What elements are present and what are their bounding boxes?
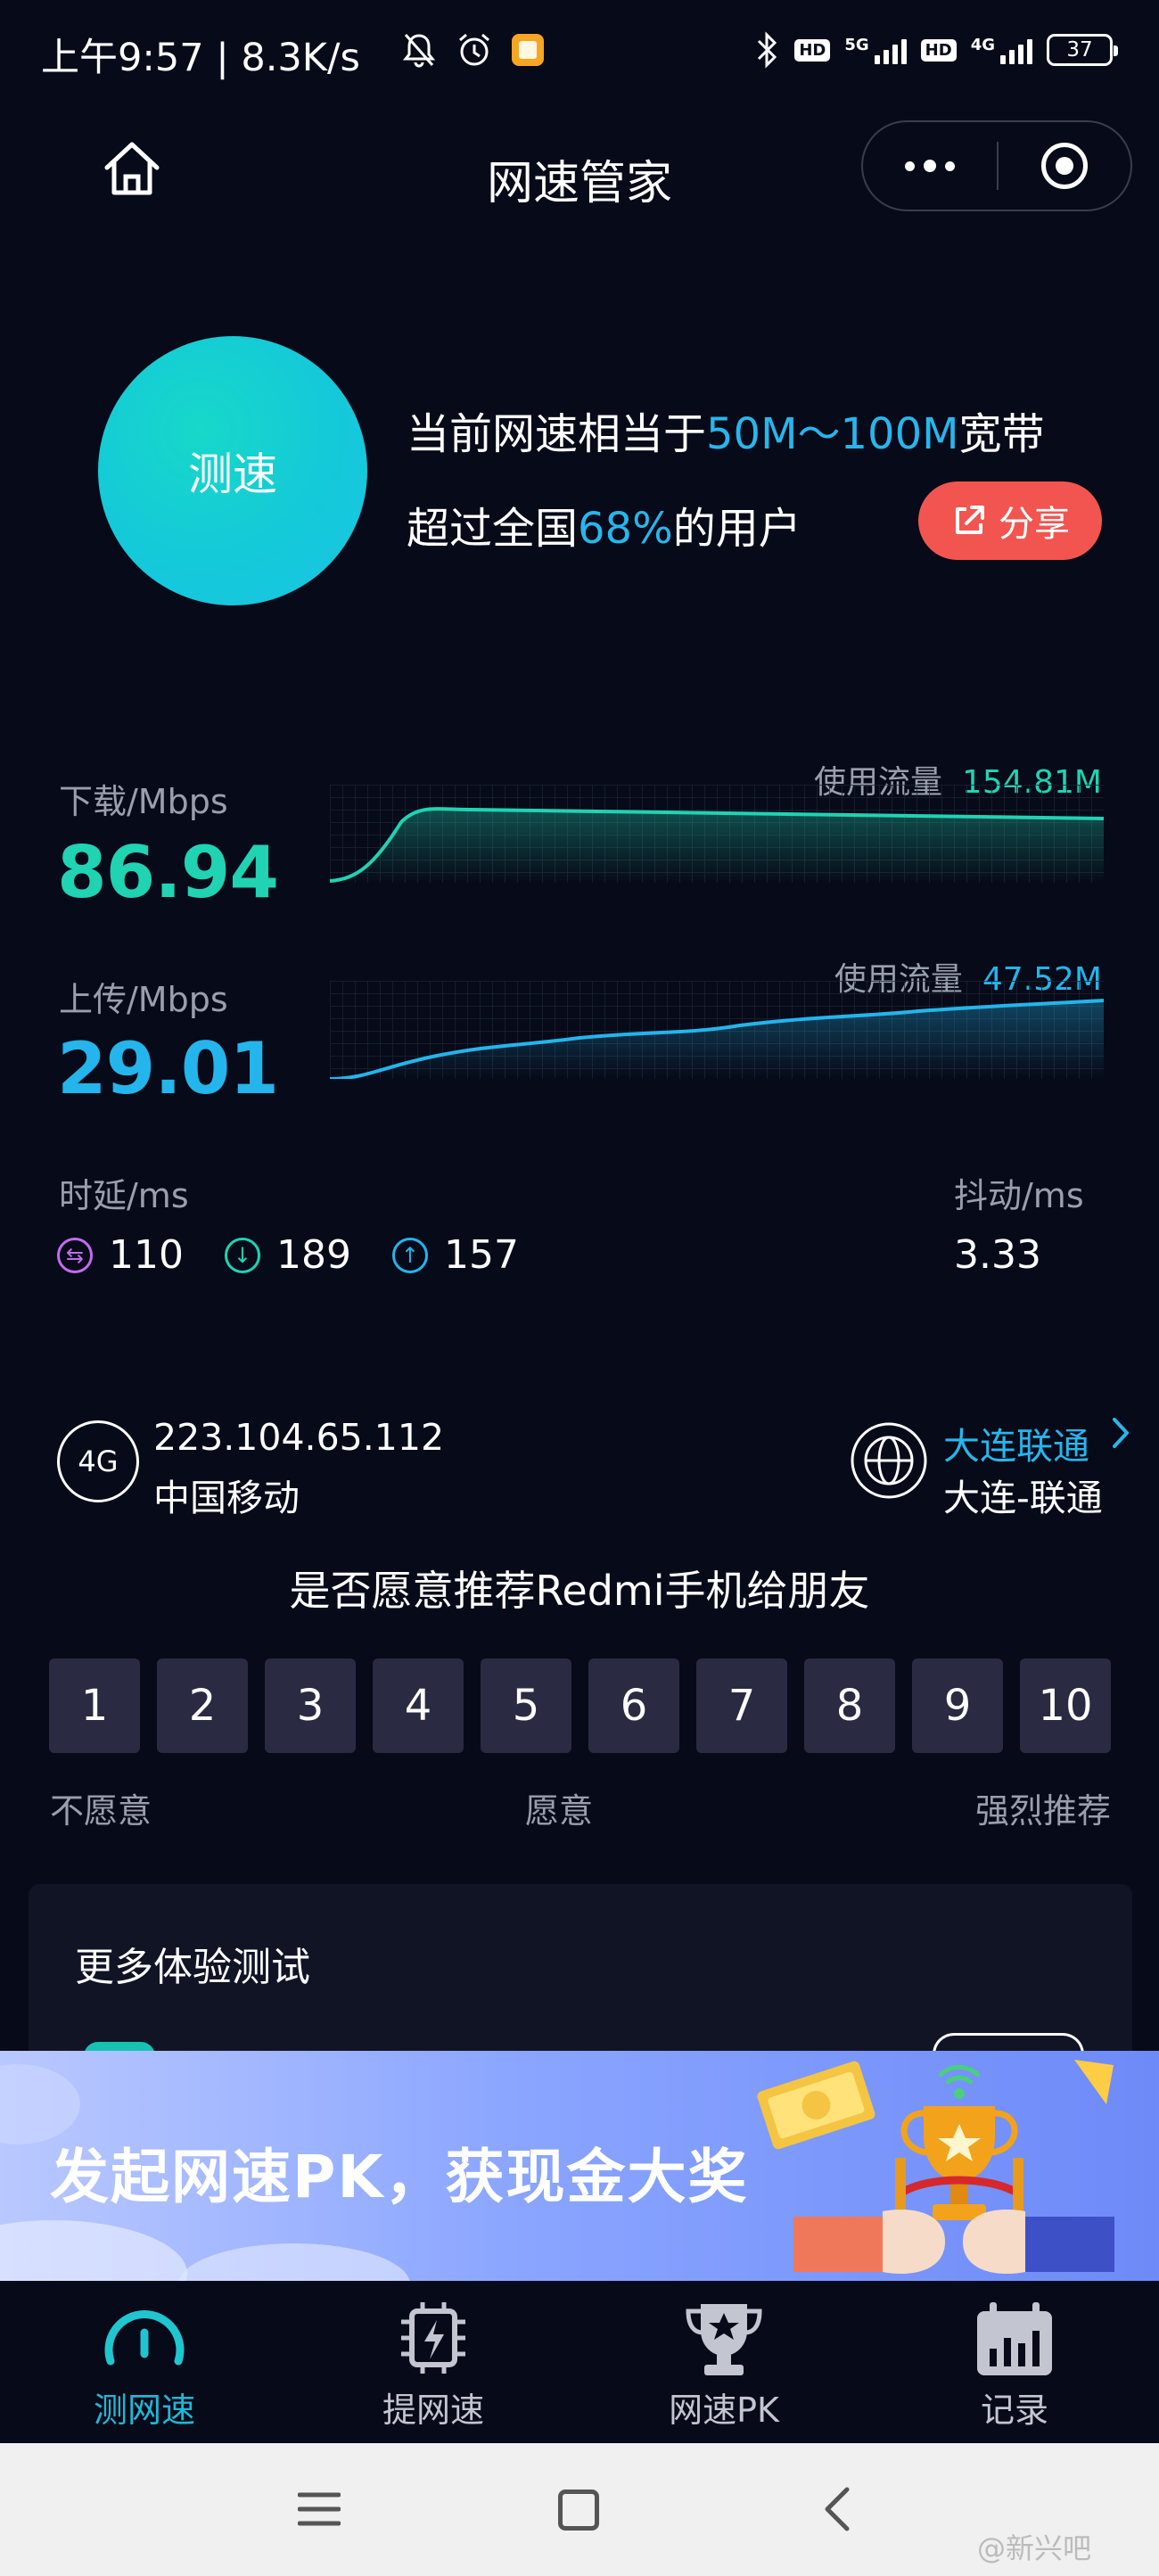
score-button-7[interactable]: 7 (696, 1658, 787, 1753)
battery-level: 37 (1066, 38, 1093, 62)
download-arrow-icon: ↓ (224, 1237, 260, 1273)
more-dot-icon (905, 160, 915, 171)
share-icon (956, 506, 984, 534)
speed-test-button[interactable]: 测速 (98, 336, 367, 605)
scale-mid-label: 愿意 (525, 1791, 594, 1831)
cash-icon (757, 2061, 875, 2150)
jitter-label: 抖动/ms (954, 1176, 1084, 1215)
latency-values: ⇆ 110 ↓ 189 ↑ 157 (57, 1232, 560, 1278)
broadband-range: 50M～100M (706, 409, 959, 459)
upload-speed-curve (330, 981, 1104, 1079)
score-button-5[interactable]: 5 (481, 1658, 571, 1753)
close-miniprogram-button[interactable] (999, 143, 1130, 189)
home-square-icon[interactable] (558, 2490, 599, 2531)
upload-speed-value: 29.01 (57, 1027, 279, 1110)
signal-5g-icon (874, 36, 907, 64)
network-4g-label: 4G (970, 35, 995, 54)
score-button-4[interactable]: 4 (373, 1658, 464, 1753)
tab-speed-pk[interactable]: 网速PK (626, 2299, 822, 2432)
mute-bell-icon (402, 34, 436, 68)
status-notification-icons (399, 30, 546, 70)
signal-4g-icon (1000, 36, 1032, 64)
tab-boost-speed[interactable]: 提网速 (335, 2299, 531, 2432)
more-dot-icon (945, 160, 955, 171)
chip-boost-icon (401, 2302, 465, 2374)
score-button-1[interactable]: 1 (49, 1658, 140, 1753)
more-dot-icon (924, 160, 936, 172)
alarm-icon (459, 33, 489, 66)
pk-promo-text: 发起网速PK，获现金大奖 (50, 2143, 749, 2211)
score-button-6[interactable]: 6 (588, 1658, 679, 1753)
more-options-button[interactable] (863, 122, 997, 210)
score-button-9[interactable]: 9 (912, 1658, 1003, 1753)
latency-download: ↓ 189 (224, 1232, 351, 1278)
status-system-icons: HD 5G HD 4G 37 (753, 30, 1118, 70)
download-speed-value: 86.94 (57, 831, 279, 914)
records-icon (977, 2302, 1052, 2375)
tab-records[interactable]: 记录 (917, 2299, 1113, 2432)
download-speed-curve (330, 785, 1104, 883)
score-button-10[interactable]: 10 (1020, 1658, 1111, 1753)
trophy-illustration (900, 2064, 1018, 2220)
percentile-text: 超过全国68%的用户 (407, 504, 801, 554)
hd-badge-2: HD (920, 38, 957, 62)
download-label: 下载/Mbps (59, 782, 228, 821)
percentile-value: 68% (578, 504, 673, 554)
latency-ping: ⇆ 110 (57, 1232, 184, 1278)
latency-label: 时延/ms (59, 1176, 189, 1215)
share-label: 分享 (999, 504, 1070, 545)
score-button-8[interactable]: 8 (804, 1658, 895, 1753)
recents-menu-icon[interactable] (298, 2490, 341, 2529)
globe-icon (851, 1422, 927, 1499)
chevron-right-icon[interactable] (1107, 1412, 1134, 1453)
carrier-name: 中国移动 (153, 1477, 300, 1519)
hd-badge: HD (794, 38, 831, 62)
tab-speed-test[interactable]: 测网速 (46, 2299, 242, 2432)
score-button-2[interactable]: 2 (157, 1658, 248, 1753)
speedometer-icon (104, 2310, 185, 2366)
upload-arrow-icon: ↑ (391, 1237, 428, 1273)
score-button-3[interactable]: 3 (265, 1658, 356, 1753)
latency-upload: ↑ 157 (391, 1232, 519, 1278)
back-chevron-icon[interactable] (818, 2484, 854, 2534)
network-type-icon: 4G (57, 1420, 139, 1502)
app-notification-icon (512, 34, 544, 66)
scale-low-label: 不愿意 (50, 1791, 152, 1831)
survey-question: 是否愿意推荐Redmi手机给朋友 (289, 1567, 870, 1615)
share-button[interactable]: 分享 (918, 481, 1102, 560)
miniprogram-capsule (861, 120, 1132, 211)
target-icon (1041, 143, 1088, 189)
scale-high-label: 强烈推荐 (974, 1791, 1111, 1831)
network-5g-label: 5G (844, 35, 869, 54)
broadband-equivalent-text: 当前网速相当于50M～100M宽带 (407, 409, 1045, 459)
more-tests-title: 更多体验测试 (75, 1945, 310, 1990)
score-selector: 1 2 3 4 5 6 7 8 9 10 (49, 1658, 1111, 1753)
ping-arrows-icon: ⇆ (57, 1237, 93, 1273)
watermark-text: @新兴吧 (977, 2531, 1092, 2565)
status-time-speed: 上午9:57 | 8.3K/s (41, 36, 360, 80)
server-node-name: 大连-联通 (943, 1477, 1103, 1519)
jitter-value: 3.33 (954, 1232, 1041, 1278)
bluetooth-icon (758, 31, 777, 69)
server-node-link[interactable]: 大连联通 (943, 1416, 1089, 1469)
upload-label: 上传/Mbps (59, 980, 228, 1019)
battery-icon: 37 (1047, 34, 1118, 66)
trophy-icon (686, 2304, 762, 2375)
ip-address: 223.104.65.112 (153, 1416, 445, 1459)
